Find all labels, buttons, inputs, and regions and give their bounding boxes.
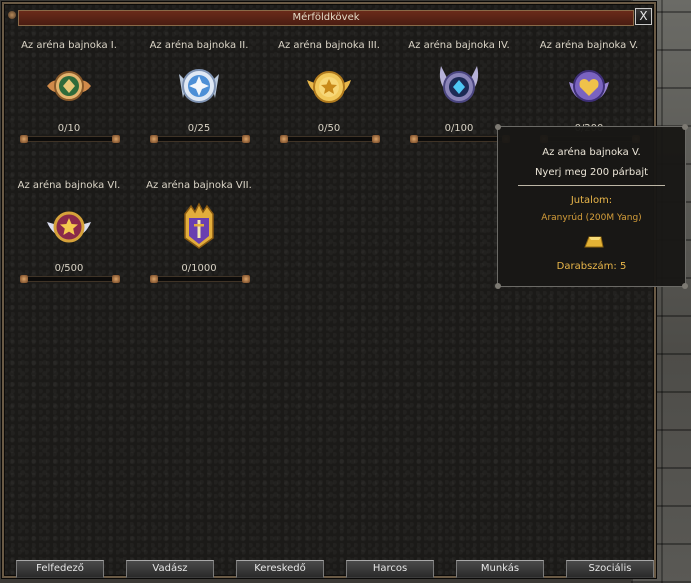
milestone-progress-text: 0/10 bbox=[57, 123, 81, 134]
milestone-tooltip: Az aréna bajnoka V. Nyerj meg 200 párbaj… bbox=[495, 124, 688, 289]
milestone-item-6[interactable]: Az aréna bajnoka VI. 0/500 bbox=[4, 180, 134, 290]
tab-felfedezo[interactable]: Felfedező bbox=[16, 560, 104, 578]
milestone-item-1[interactable]: Az aréna bajnoka I. 0/10 bbox=[4, 40, 134, 150]
window-corner-icon bbox=[8, 11, 16, 19]
crown-sword-badge-icon bbox=[184, 202, 214, 249]
milestone-item-2[interactable]: Az aréna bajnoka II. 0/25 bbox=[134, 40, 264, 150]
milestone-label: Az aréna bajnoka IV. bbox=[408, 40, 510, 51]
progress-cap-left bbox=[280, 135, 288, 143]
blue-star-badge-icon bbox=[179, 69, 219, 103]
window-titlebar[interactable]: Mérföldkövek bbox=[18, 10, 634, 26]
milestone-progress-bar bbox=[20, 135, 120, 143]
progress-cap-right bbox=[112, 275, 120, 283]
tooltip-divider bbox=[518, 185, 665, 186]
close-button[interactable]: X bbox=[635, 8, 652, 25]
progress-cap-left bbox=[150, 135, 158, 143]
winged-star-badge-icon bbox=[47, 211, 91, 243]
tooltip-corner bbox=[495, 124, 501, 130]
milestone-progress-bar bbox=[410, 135, 510, 143]
milestone-progress-bar bbox=[280, 135, 380, 143]
tab-harcos[interactable]: Harcos bbox=[346, 560, 434, 578]
milestone-progress-bar bbox=[20, 275, 120, 283]
tab-munkas[interactable]: Munkás bbox=[456, 560, 544, 578]
progress-cap-left bbox=[410, 135, 418, 143]
milestone-progress-bar bbox=[150, 275, 250, 283]
progress-cap-left bbox=[150, 275, 158, 283]
tooltip-reward-name: Aranyrúd (200M Yang) bbox=[541, 213, 642, 223]
milestone-item-7[interactable]: Az aréna bajnoka VII. 0/1000 bbox=[134, 180, 264, 290]
progress-cap-right bbox=[242, 135, 250, 143]
milestone-label: Az aréna bajnoka VII. bbox=[146, 180, 252, 191]
tab-vadasz[interactable]: Vadász bbox=[126, 560, 214, 578]
green-diamond-badge-icon bbox=[47, 71, 91, 101]
milestone-label: Az aréna bajnoka V. bbox=[539, 40, 639, 51]
milestone-progress-text: 0/25 bbox=[187, 123, 211, 134]
progress-cap-left bbox=[20, 135, 28, 143]
milestone-label: Az aréna bajnoka VI. bbox=[17, 180, 121, 191]
window-title: Mérföldkövek bbox=[292, 12, 360, 23]
tooltip-title: Az aréna bajnoka V. bbox=[542, 147, 641, 158]
milestone-progress-text: 0/1000 bbox=[181, 263, 217, 274]
milestone-label: Az aréna bajnoka III. bbox=[278, 40, 380, 51]
milestone-progress-text: 0/500 bbox=[54, 263, 84, 274]
tooltip-reward-label: Jutalom: bbox=[570, 195, 613, 206]
milestones-window: Mérföldkövek X Az aréna bajnoka I. 0/10 … bbox=[2, 2, 656, 578]
tooltip-corner bbox=[682, 124, 688, 130]
progress-cap-left bbox=[20, 275, 28, 283]
progress-cap-right bbox=[112, 135, 120, 143]
blue-gem-badge-icon bbox=[439, 66, 479, 103]
milestone-item-3[interactable]: Az aréna bajnoka III. 0/50 bbox=[264, 40, 394, 150]
tooltip-corner bbox=[495, 283, 501, 289]
purple-heart-badge-icon bbox=[569, 70, 609, 102]
milestone-label: Az aréna bajnoka I. bbox=[21, 40, 117, 51]
tab-kereskedo[interactable]: Kereskedő bbox=[236, 560, 324, 578]
tooltip-count: Darabszám: 5 bbox=[556, 261, 627, 272]
progress-cap-right bbox=[242, 275, 250, 283]
tooltip-description: Nyerj meg 200 párbajt bbox=[534, 167, 649, 178]
gold-bar-icon bbox=[584, 236, 604, 248]
tooltip-corner bbox=[682, 283, 688, 289]
category-tab-bar: Felfedező Vadász Kereskedő Harcos Munkás… bbox=[16, 560, 656, 578]
progress-cap-right bbox=[372, 135, 380, 143]
milestone-label: Az aréna bajnoka II. bbox=[149, 40, 249, 51]
milestone-progress-text: 0/50 bbox=[317, 123, 341, 134]
milestone-progress-bar bbox=[150, 135, 250, 143]
gold-star-badge-icon bbox=[307, 71, 351, 103]
tab-szocialis[interactable]: Szociális bbox=[566, 560, 654, 578]
